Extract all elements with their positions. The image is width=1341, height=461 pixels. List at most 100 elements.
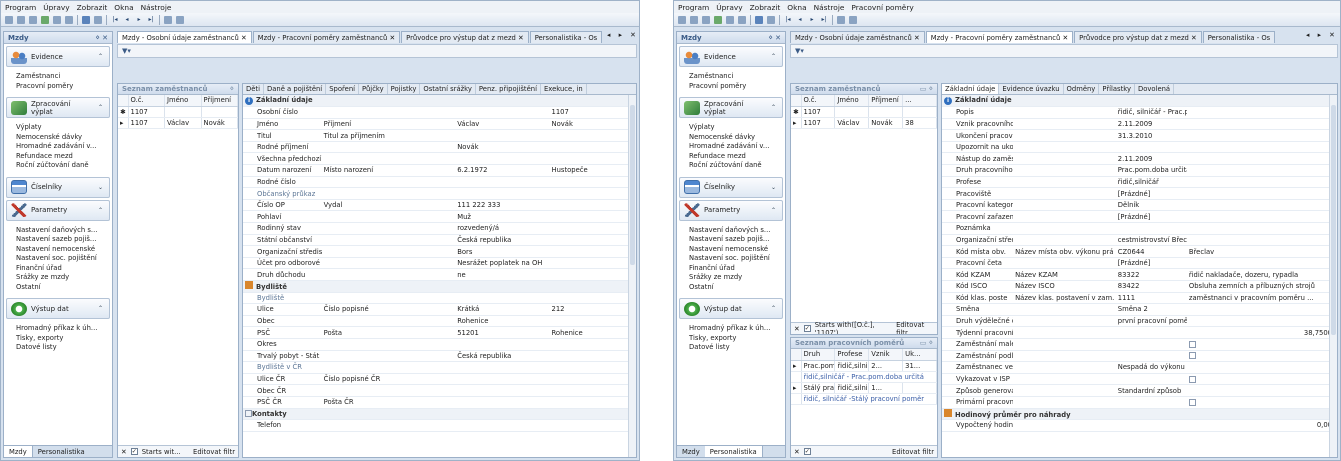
nav-item[interactable]: Hromadné zadávání v... [16,142,112,152]
grid-icon[interactable] [82,15,90,24]
property-value[interactable]: Nesrážet poplatek na OH [455,257,550,270]
filter-checkbox[interactable]: ✓ [803,448,811,455]
nav-item[interactable]: Nastavení nemocenské [16,245,112,255]
pin-icon[interactable]: ᛜ [230,85,234,93]
property-row[interactable]: Ulice Číslo popisné Krátká 212 [243,303,636,316]
nav-item[interactable]: Nastavení soc. pojištění [689,254,785,264]
close-icon[interactable]: ✕ [1060,34,1068,42]
column-header[interactable]: Uk... [902,349,937,361]
property-value[interactable] [455,152,550,166]
property-value[interactable] [455,106,550,119]
property-value-2[interactable] [1186,361,1337,374]
checkbox[interactable] [1188,375,1196,383]
property-value-2[interactable]: řidič nakladače, dozeru, rypadla [1186,268,1337,281]
document-tab[interactable]: Personalistika - Os [1202,31,1276,43]
document-tab[interactable]: Průvodce pro výstup dat z mezd ✕ [1074,31,1202,43]
property-value[interactable]: [Prázdné] [1115,187,1187,200]
close-filter-icon[interactable]: ✕ [794,325,800,333]
table-row[interactable]: ✱ 1107 [791,106,937,118]
nav-item[interactable]: Nastavení soc. pojištění [16,254,112,264]
nav-item[interactable]: Ostatní [16,283,112,293]
property-value[interactable]: 83322 [1115,268,1187,281]
nav-item[interactable]: Nastavení sazeb pojiš... [689,235,785,245]
chevron-icon[interactable]: ⌃ [98,104,103,111]
nav-item[interactable]: Nemocenské dávky [689,133,785,143]
edit-filter-link[interactable]: Editovat filtr [193,448,235,456]
detail-tab[interactable]: Děti [243,84,264,94]
chart-icon[interactable] [767,15,775,24]
detail-tab[interactable]: Exekuce, in [541,84,587,94]
nav-item[interactable]: Srážky ze mzdy [689,273,785,283]
property-value[interactable] [455,129,550,142]
detail-tab[interactable]: Pojistky [388,84,421,94]
property-row[interactable]: Vypočtený hodinový průměr 0,00 [942,419,1337,432]
table-row[interactable]: ▸Stálý pracov...řidič,silničář1... [791,382,937,394]
property-value-2[interactable] [549,199,636,212]
property-value-2[interactable] [549,315,636,328]
detail-tab[interactable]: Přílastky [1099,84,1135,94]
chevron-icon[interactable]: ⌃ [98,305,103,312]
property-row[interactable]: Datum narození Místo narození 6.2.1972 Hust… [243,164,636,177]
document-tab[interactable]: Průvodce pro výstup dat z mezd ✕ [401,31,529,43]
property-value[interactable]: [Prázdné] [1115,210,1187,224]
property-value-2[interactable] [549,361,636,374]
save-icon[interactable] [5,15,13,24]
edit-filter-link[interactable]: Editovat filtr [892,448,934,456]
scroll-thumb[interactable] [1331,105,1336,335]
property-value-2[interactable] [549,396,636,409]
refresh-icon[interactable] [714,15,722,24]
edit-icon[interactable] [53,15,61,24]
property-value[interactable]: 2.11.2009 [1115,118,1187,131]
bottom-tab-mzdy[interactable]: Mzdy [677,446,705,457]
document-tab[interactable]: Mzdy - Osobní údaje zaměstnanců ✕ [117,31,252,43]
copy-icon[interactable] [690,15,698,24]
filter-checkbox[interactable]: ✓ [803,325,811,332]
property-row[interactable]: Obec Rohenice [243,315,636,328]
property-value-2[interactable]: Obsluha zemních a příbuzných strojů [1186,280,1337,293]
link-cell[interactable]: řidič,silničář - Prac.pom.doba určitá [801,371,937,383]
property-value-2[interactable]: 212 [549,303,636,316]
property-value[interactable]: cestmistrovství Břeclav [1115,234,1187,247]
document-tab[interactable]: Mzdy - Osobní údaje zaměstnanců ✕ [790,31,925,43]
document-tab[interactable]: Mzdy - Pracovní poměry zaměstnanců ✕ [925,31,1074,43]
property-row[interactable]: Ukončení pracovního poměru 31.3.2010 [942,129,1337,142]
grid-icon[interactable] [755,15,763,24]
vertical-scrollbar[interactable] [628,95,636,457]
detail-link-row[interactable]: řidič, silničář -Stálý pracovní poměr [791,393,937,405]
paste-icon[interactable] [29,15,37,24]
nav-item[interactable]: Výplaty [689,123,785,133]
menu-item[interactable]: Nástroje [141,3,172,12]
property-row[interactable]: Způsob generování výplaty z deníku Standa… [942,384,1337,397]
property-row[interactable]: Pohlaví Muž [243,210,636,224]
copy-icon[interactable] [17,15,25,24]
menu-item[interactable]: Úpravy [716,3,742,12]
category-row[interactable]: Bydliště⌃ [243,280,636,293]
nav-item[interactable]: Refundace mezd [16,152,112,162]
detail-tab[interactable]: Penz. připojištění [476,84,541,94]
property-value[interactable] [1115,141,1187,154]
property-value[interactable]: [Prázdné] [1115,257,1187,270]
property-value[interactable] [455,338,550,351]
table-row[interactable]: ✱ 1107 [118,106,238,118]
nav-item[interactable]: Srážky ze mzdy [16,273,112,283]
property-value[interactable] [1115,338,1187,351]
nav-section-button[interactable]: Číselníky ⌄ [6,176,110,198]
nav-item[interactable]: Nastavení daňových s... [16,226,112,236]
chevron-icon[interactable]: ⌃ [771,305,776,312]
close-filter-icon[interactable]: ✕ [794,448,800,456]
property-value-2[interactable] [1186,315,1337,328]
detail-tab[interactable]: Základní údaje [942,84,1000,94]
property-value-2[interactable] [549,234,636,247]
column-header[interactable]: O.č. [801,95,836,107]
property-value-2[interactable] [1186,350,1337,363]
property-value-2[interactable] [549,419,636,432]
property-row[interactable]: PSČ Pošta 51201 Rohenice [243,326,636,339]
menu-item[interactable]: Okna [787,3,806,12]
property-value[interactable]: Prac.pom.doba určitá [1115,164,1187,177]
column-header[interactable]: ... [902,95,937,107]
column-header[interactable]: Příjmení [201,95,238,107]
property-row[interactable]: Jméno Příjmení Václav Novák [243,118,636,131]
property-value[interactable] [455,292,550,305]
property-row[interactable]: Obec ČR [243,384,636,397]
property-row[interactable]: Bydliště [243,292,636,305]
